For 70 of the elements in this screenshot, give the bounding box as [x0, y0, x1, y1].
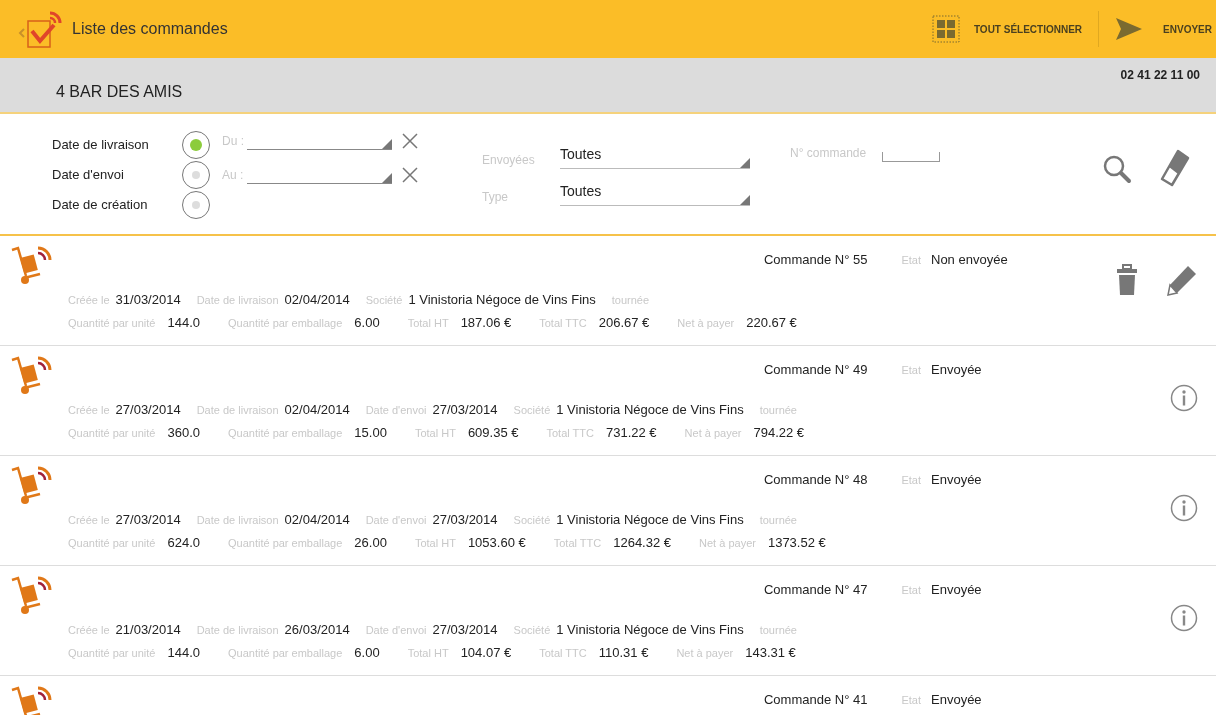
eraser-icon[interactable] [1158, 148, 1190, 188]
field-value: 624.0 [167, 533, 200, 552]
field-value: 1373.52 € [767, 533, 826, 552]
order-state: Envoyée [931, 581, 983, 599]
radio-button[interactable] [182, 191, 210, 219]
field-value: 220.67 € [746, 313, 797, 332]
field-value: 6.00 [354, 313, 380, 332]
field-value: 1264.32 € [613, 533, 672, 552]
field-value: 15.00 [354, 423, 387, 442]
field-value: 110.31 € [598, 643, 649, 662]
field-value: 731.22 € [605, 423, 657, 442]
info-icon[interactable] [1170, 384, 1198, 412]
radio-label: Date de création [52, 196, 149, 215]
radio-label: Date d'envoi [52, 166, 125, 185]
order-number: Commande N° 49 [763, 361, 868, 379]
order-number: Commande N° 47 [763, 581, 868, 599]
field-value: 144.0 [167, 643, 200, 662]
field-value: 26.00 [354, 533, 387, 552]
order-state: Envoyée [931, 691, 983, 709]
customer-name: 4 BAR DES AMIS [56, 82, 183, 102]
field-value: 360.0 [167, 423, 200, 442]
pencil-icon[interactable] [1166, 264, 1198, 296]
search-icon[interactable] [1102, 154, 1132, 184]
send-icon[interactable] [1115, 17, 1144, 41]
field-value: 143.31 € [745, 643, 796, 662]
field-value: 794.22 € [753, 423, 805, 442]
field-value: 206.67 € [598, 313, 650, 332]
field-value: 144.0 [167, 313, 200, 332]
field-value: 6.00 [354, 643, 380, 662]
select-all-button[interactable]: TOUT SÉLECTIONNER [973, 21, 1083, 37]
filter-select[interactable]: Toutes [560, 181, 750, 206]
order-state: Envoyée [931, 471, 983, 489]
send-button[interactable]: ENVOYER [1163, 21, 1212, 37]
field-value: 27/03/2014 [115, 511, 181, 529]
order-number-field[interactable] [882, 152, 941, 162]
field-value: 31/03/2014 [115, 291, 181, 309]
order-number: Commande N° 55 [763, 251, 868, 269]
order-state: Envoyée [931, 361, 983, 379]
field-value: 104.07 € [460, 643, 512, 662]
radio-label: Date de livraison [52, 136, 150, 155]
radio-button[interactable] [182, 161, 210, 189]
info-icon[interactable] [1170, 604, 1198, 632]
filter-select[interactable]: Toutes [560, 144, 750, 169]
field-value: 27/03/2014 [432, 401, 498, 419]
field-value: 02/04/2014 [284, 291, 350, 309]
field-value: 1 Vinistoria Négoce de Vins Fins [556, 401, 744, 419]
field-value: 26/03/2014 [284, 621, 350, 639]
info-icon[interactable] [1170, 494, 1198, 522]
field-value: 21/03/2014 [115, 621, 181, 639]
field-value: 27/03/2014 [115, 401, 181, 419]
field-value: 1 Vinistoria Négoce de Vins Fins [556, 621, 744, 639]
field-value: 1 Vinistoria Négoce de Vins Fins [408, 291, 596, 309]
field-value: 02/04/2014 [284, 401, 350, 419]
field-value: 27/03/2014 [432, 511, 498, 529]
field-value: 187.06 € [460, 313, 512, 332]
clear-icon[interactable] [402, 167, 418, 183]
select-all-icon[interactable] [931, 15, 960, 43]
field-value: 1053.60 € [467, 533, 526, 552]
clear-icon[interactable] [402, 133, 418, 149]
order-state: Non envoyée [931, 251, 1009, 269]
field-value: 1 Vinistoria Négoce de Vins Fins [556, 511, 744, 529]
phone-number: 02 41 22 11 00 [1120, 67, 1200, 84]
order-number: Commande N° 41 [763, 691, 868, 709]
field-value: 27/03/2014 [432, 621, 498, 639]
trash-icon[interactable] [1116, 264, 1138, 296]
order-number: Commande N° 48 [763, 471, 868, 489]
app-title: Liste des commandes [72, 19, 228, 39]
radio-button[interactable] [182, 131, 210, 159]
field-value: 609.35 € [467, 423, 519, 442]
field-value: 02/04/2014 [284, 511, 350, 529]
